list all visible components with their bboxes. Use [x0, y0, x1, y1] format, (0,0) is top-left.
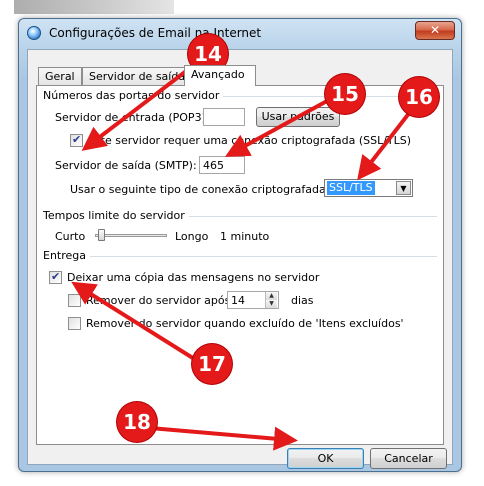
background-window-strip	[14, 0, 174, 14]
tab-servidor-de-saida[interactable]: Servidor de saída	[82, 67, 186, 85]
timeout-slider-track[interactable]	[95, 234, 167, 237]
spin-up-icon[interactable]: ▲	[266, 292, 277, 300]
callout-18: 18	[117, 402, 157, 442]
dialog-title: Configurações de Email na Internet	[49, 26, 262, 40]
callout-15: 15	[325, 74, 365, 114]
timeout-slider-thumb[interactable]	[98, 229, 106, 241]
outgoing-server-label: Servidor de saída (SMTP):	[55, 159, 197, 172]
outlook-app-icon	[27, 26, 41, 40]
tab-avancado[interactable]: Avançado	[184, 65, 256, 86]
leave-copy-label: Deixar uma cópia das mensagens no servid…	[67, 271, 320, 284]
email-settings-dialog: Configurações de Email na Internet ✕ Ger…	[18, 18, 462, 472]
encryption-type-select[interactable]: SSL/TLS ▼	[324, 179, 413, 197]
timeout-long-label: Longo	[175, 230, 209, 243]
delivery-group-title: Entrega	[43, 249, 91, 262]
cancel-button[interactable]: Cancelar	[370, 448, 447, 469]
outgoing-port-input[interactable]: 465	[199, 156, 245, 174]
title-bar[interactable]: Configurações de Email na Internet ✕	[19, 19, 461, 47]
days-value: 14	[231, 294, 245, 307]
remove-deleted-checkbox[interactable]	[68, 317, 81, 330]
spin-down-icon[interactable]: ▼	[266, 300, 277, 308]
timeout-short-label: Curto	[55, 230, 86, 243]
remove-deleted-label: Remover do servidor quando excluído de '…	[86, 317, 404, 330]
ports-group-title: Números das portas do servidor	[43, 89, 224, 102]
callout-16: 16	[399, 77, 439, 117]
days-spinner[interactable]: ▲ ▼	[265, 292, 277, 308]
close-button[interactable]: ✕	[415, 21, 455, 40]
days-stepper[interactable]: 14 ▲ ▼	[227, 291, 279, 309]
timeout-value: 1 minuto	[220, 230, 270, 243]
encryption-type-selected: SSL/TLS	[327, 181, 375, 195]
dialog-client-area: Geral Servidor de saída Avançado Números…	[27, 49, 453, 469]
delivery-group-divider	[45, 256, 437, 257]
advanced-tab-panel: Números das portas do servidor Servidor …	[36, 85, 444, 445]
callout-17: 17	[192, 344, 232, 384]
incoming-port-input[interactable]	[203, 108, 245, 126]
timeouts-group-title: Tempos limite do servidor	[43, 209, 189, 222]
ssl-required-checkbox[interactable]	[70, 133, 83, 147]
use-defaults-button[interactable]: Usar padrões	[256, 107, 340, 127]
encryption-type-label: Usar o seguinte tipo de conexão criptogr…	[70, 183, 330, 196]
remove-after-checkbox[interactable]	[68, 294, 81, 307]
leave-copy-checkbox[interactable]	[49, 270, 62, 284]
ok-button[interactable]: OK	[287, 448, 364, 469]
days-unit-label: dias	[291, 294, 314, 307]
tab-geral[interactable]: Geral	[38, 67, 82, 85]
remove-after-label: Remover do servidor após	[86, 294, 231, 307]
incoming-server-label: Servidor de entrada (POP3):	[55, 111, 210, 124]
chevron-down-icon[interactable]: ▼	[396, 181, 411, 195]
ssl-required-label: Este servidor requer uma conexão criptog…	[88, 134, 412, 147]
close-icon: ✕	[429, 23, 441, 37]
